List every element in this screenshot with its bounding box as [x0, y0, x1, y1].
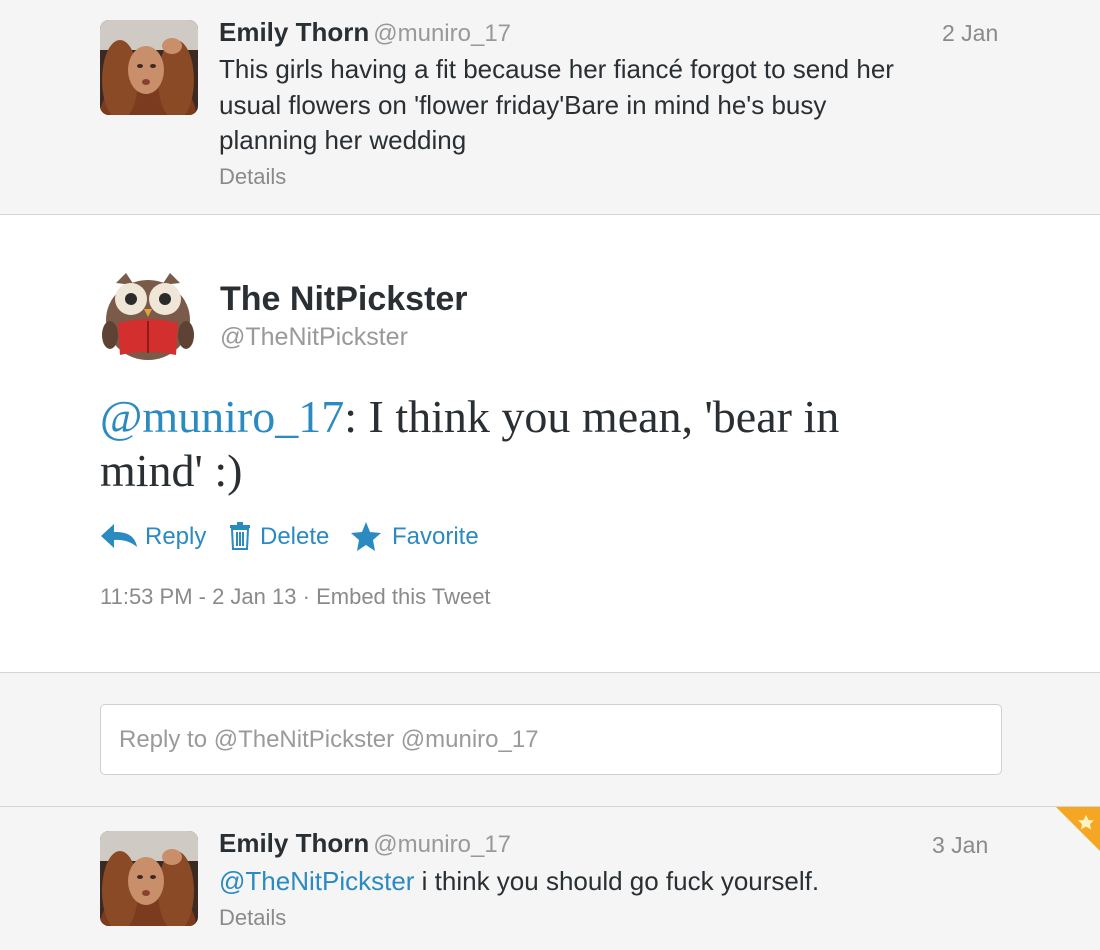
tweet-text-line: This girls having a fit because her fian…	[219, 54, 894, 84]
main-tweet-text-part: : I think you mean, 'bear in	[344, 391, 840, 442]
tweet-date[interactable]: 2 Jan	[942, 18, 998, 48]
details-link[interactable]: Details	[219, 164, 286, 190]
embed-tweet-link[interactable]: Embed this Tweet	[316, 584, 490, 609]
main-tweet-text: @muniro_17: I think you mean, 'bear in m…	[100, 390, 980, 498]
tweet-emily-1: Emily Thorn @muniro_17 2 Jan This girls h…	[0, 0, 1100, 215]
main-tweet-line-1: @muniro_17: I think you mean, 'bear in	[100, 390, 980, 444]
delete-label: Delete	[260, 523, 330, 550]
mention-link[interactable]: @TheNitPickster	[219, 866, 414, 896]
emily-avatar[interactable]	[100, 831, 198, 926]
main-tweet-line-2: mind' :)	[100, 445, 243, 496]
author-name[interactable]: Emily Thorn	[219, 17, 369, 47]
tweet-header: Emily Thorn @muniro_17	[219, 17, 511, 49]
author-name[interactable]: Emily Thorn	[219, 828, 369, 858]
nitpickster-avatar[interactable]	[98, 265, 198, 363]
trash-icon	[230, 522, 250, 550]
reply-input[interactable]	[100, 704, 1002, 775]
emily-avatar[interactable]	[100, 20, 198, 115]
star-corner-badge-icon	[1056, 807, 1100, 851]
mention-link[interactable]: @muniro_17	[100, 391, 344, 442]
author-handle[interactable]: @muniro_17	[373, 831, 511, 858]
favorite-label: Favorite	[392, 523, 479, 550]
tweet-meta: 11:53 PM - 2 Jan 13 · Embed this Tweet	[100, 583, 491, 611]
main-author-handle[interactable]: @TheNitPickster	[220, 322, 408, 352]
tweet-text-line: usual flowers on 'flower friday'Bare in …	[219, 89, 827, 120]
author-handle[interactable]: @muniro_17	[373, 20, 511, 47]
tweet-header: Emily Thorn @muniro_17	[219, 828, 511, 860]
reply-arrow-icon	[101, 524, 137, 548]
tweet-text: @TheNitPickster i think you should go fu…	[219, 864, 819, 900]
tweet-text-part: i think you should go fuck yourself.	[414, 866, 820, 896]
meta-separator: ·	[302, 584, 310, 609]
tweet-timestamp[interactable]: 11:53 PM - 2 Jan 13	[100, 584, 297, 609]
tweet-text-line: planning her wedding	[219, 125, 467, 155]
tweet-text: This girls having a fit because her fian…	[219, 52, 894, 159]
tweet-date[interactable]: 3 Jan	[932, 830, 988, 860]
details-link[interactable]: Details	[219, 905, 286, 931]
reply-label: Reply	[145, 523, 207, 550]
main-author-name[interactable]: The NitPickster	[220, 280, 468, 318]
star-icon	[351, 522, 381, 551]
